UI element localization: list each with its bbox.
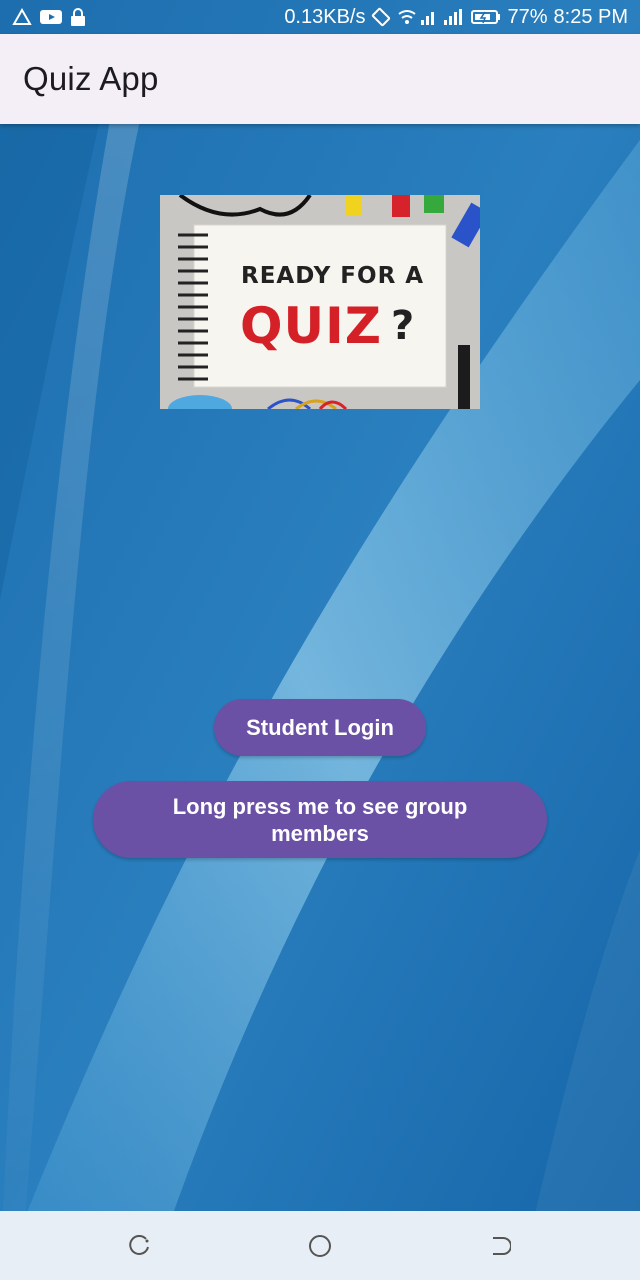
warning-icon — [12, 8, 32, 26]
lock-icon — [70, 8, 86, 26]
rotate-icon — [371, 7, 391, 27]
signal-icon — [443, 8, 465, 26]
back-icon[interactable] — [487, 1233, 513, 1259]
status-right: 0.13KB/s 77% 8:25 PM — [284, 6, 628, 29]
wallpaper — [0, 0, 640, 1280]
student-login-button[interactable]: Student Login — [214, 699, 426, 756]
status-left — [12, 8, 86, 26]
status-time: 8:25 PM — [553, 5, 628, 28]
wifi-icon — [397, 8, 437, 26]
navigation-bar — [0, 1211, 640, 1280]
quiz-banner-line1: READY FOR A — [241, 263, 425, 289]
group-members-button[interactable]: Long press me to see group members — [93, 781, 547, 858]
battery-percent: 77% — [507, 5, 548, 28]
home-icon[interactable] — [307, 1233, 333, 1259]
status-bar: 0.13KB/s 77% 8:25 PM — [0, 0, 640, 34]
screen: 0.13KB/s 77% 8:25 PM Quiz App READY FOR … — [0, 0, 640, 1280]
app-bar: Quiz App — [0, 34, 640, 124]
app-title: Quiz App — [23, 60, 159, 97]
recent-apps-icon[interactable] — [127, 1233, 153, 1259]
quiz-banner-image: READY FOR A QUIZ ? — [160, 195, 480, 409]
battery-icon — [471, 9, 501, 25]
quiz-banner-question-mark: ? — [391, 303, 415, 349]
network-speed: 0.13KB/s — [284, 5, 366, 28]
quiz-banner-line2: QUIZ — [240, 297, 382, 355]
youtube-icon — [40, 9, 62, 25]
